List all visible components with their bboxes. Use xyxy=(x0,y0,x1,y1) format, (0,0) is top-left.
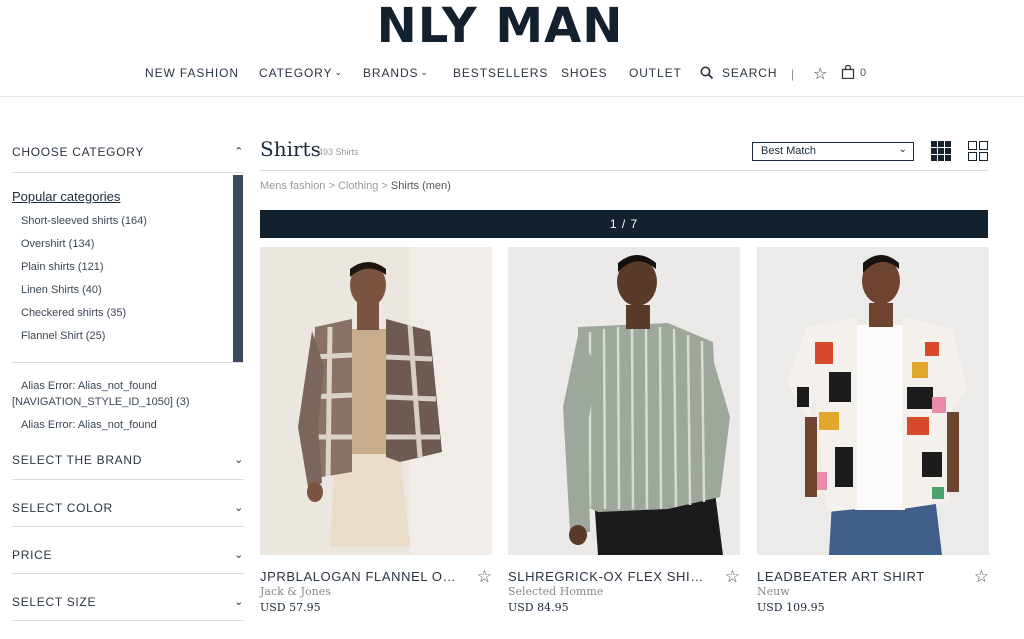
sidebar-divider xyxy=(12,573,244,574)
filter-price-label: PRICE xyxy=(12,548,53,562)
search-icon[interactable] xyxy=(700,66,714,80)
filter-color[interactable]: SELECT COLOR ⌄ xyxy=(12,501,244,515)
filter-price[interactable]: PRICE ⌄ xyxy=(12,548,244,562)
breadcrumb-separator: > xyxy=(328,180,335,192)
product-name[interactable]: LEADBEATER ART SHIRT xyxy=(757,569,957,584)
product-price: USD 57.95 xyxy=(260,601,321,614)
product-card[interactable]: LEADBEATER ART SHIRT ☆ Neuw USD 109.95 xyxy=(757,247,989,614)
popular-categories-link[interactable]: Popular categories xyxy=(12,189,120,204)
product-card[interactable]: JPRBLALOGAN FLANNEL OVERSHIRT ☆ Jack & J… xyxy=(260,247,492,614)
product-card[interactable]: SLHREGRICK-OX FLEX SHIRT ☆ Selected Homm… xyxy=(508,247,740,614)
grid-3-column-icon[interactable] xyxy=(931,141,951,161)
sort-dropdown[interactable]: Best Match ⌄ xyxy=(752,142,914,161)
site-logo[interactable]: NLY MAN xyxy=(0,0,1000,52)
product-price: USD 84.95 xyxy=(508,601,569,614)
filter-size[interactable]: SELECT SIZE ⌄ xyxy=(12,595,244,609)
sidebar-divider xyxy=(12,172,244,173)
nav-new-fashion[interactable]: NEW FASHION xyxy=(145,66,239,80)
header-divider xyxy=(0,96,1024,97)
filter-color-label: SELECT COLOR xyxy=(12,501,113,515)
breadcrumb-current: Shirts (men) xyxy=(390,180,451,192)
category-item[interactable]: Plain shirts (121) xyxy=(21,261,104,273)
chevron-down-icon: ⌄ xyxy=(898,144,907,155)
shopping-bag-icon[interactable] xyxy=(841,65,855,79)
breadcrumb-separator: > xyxy=(381,180,388,192)
chevron-down-icon: ⌄ xyxy=(234,502,244,514)
page-title: Shirts xyxy=(260,137,321,161)
product-brand: Jack & Jones xyxy=(260,585,331,598)
category-item[interactable]: Checkered shirts (35) xyxy=(21,307,126,319)
product-name[interactable]: JPRBLALOGAN FLANNEL OVERSHIRT xyxy=(260,569,460,584)
product-name[interactable]: SLHREGRICK-OX FLEX SHIRT xyxy=(508,569,708,584)
nav-shoes[interactable]: SHOES xyxy=(561,66,608,80)
product-image[interactable] xyxy=(260,247,492,555)
sidebar-divider xyxy=(12,362,244,363)
product-brand: Selected Homme xyxy=(508,585,604,598)
alias-error-text[interactable]: [NAVIGATION_STYLE_ID_1050] (3) xyxy=(12,396,190,408)
sidebar-divider xyxy=(12,620,244,621)
chevron-up-icon: ⌃ xyxy=(234,146,244,158)
filter-size-label: SELECT SIZE xyxy=(12,595,97,609)
filter-brand[interactable]: SELECT THE BRAND ⌄ xyxy=(12,453,244,467)
category-item[interactable]: Flannel Shirt (25) xyxy=(21,330,105,342)
favorite-star-icon[interactable]: ☆ xyxy=(725,567,740,587)
sort-selected-value: Best Match xyxy=(761,145,817,157)
breadcrumb-item[interactable]: Mens fashion xyxy=(260,180,325,192)
chevron-down-icon: ⌄ xyxy=(420,67,429,77)
sidebar-divider xyxy=(12,526,244,527)
favorite-star-icon[interactable]: ☆ xyxy=(477,567,492,587)
page-indicator: 1 / 7 xyxy=(260,210,988,238)
product-image[interactable] xyxy=(508,247,740,555)
chevron-down-icon: ⌄ xyxy=(234,596,244,608)
nav-search[interactable]: SEARCH xyxy=(722,66,777,80)
alias-error-text[interactable]: Alias Error: Alias_not_found xyxy=(21,419,157,431)
favorite-star-icon[interactable]: ☆ xyxy=(974,567,989,587)
nav-brands[interactable]: BRANDS ⌄ xyxy=(363,66,429,80)
title-divider xyxy=(260,170,988,171)
choose-category-toggle[interactable]: CHOOSE CATEGORY ⌃ xyxy=(12,145,244,159)
nav-category-label: CATEGORY xyxy=(259,66,333,80)
product-image[interactable] xyxy=(757,247,989,555)
wishlist-star-icon[interactable]: ☆ xyxy=(813,64,827,84)
chevron-down-icon: ⌄ xyxy=(234,454,244,466)
nav-separator: | xyxy=(791,67,795,81)
sidebar-divider xyxy=(12,479,244,480)
nav-outlet[interactable]: OUTLET xyxy=(629,66,682,80)
nav-category[interactable]: CATEGORY ⌄ xyxy=(259,66,343,80)
choose-category-label: CHOOSE CATEGORY xyxy=(12,145,145,159)
bag-count: 0 xyxy=(860,67,867,79)
nav-bestsellers[interactable]: BESTSELLERS xyxy=(453,66,548,80)
product-brand: Neuw xyxy=(757,585,790,598)
category-item[interactable]: Short-sleeved shirts (164) xyxy=(21,215,147,227)
grid-2-column-icon[interactable] xyxy=(968,141,988,161)
category-item[interactable]: Overshirt (134) xyxy=(21,238,94,250)
chevron-down-icon: ⌄ xyxy=(334,67,343,77)
alias-error-text[interactable]: Alias Error: Alias_not_found xyxy=(21,380,157,392)
category-item[interactable]: Linen Shirts (40) xyxy=(21,284,102,296)
category-scrollbar[interactable] xyxy=(233,175,243,363)
result-count: 493 Shirts xyxy=(318,147,359,157)
breadcrumb: Mens fashion > Clothing > Shirts (men) xyxy=(260,180,451,192)
product-price: USD 109.95 xyxy=(757,601,825,614)
filter-brand-label: SELECT THE BRAND xyxy=(12,453,143,467)
chevron-down-icon: ⌄ xyxy=(234,549,244,561)
breadcrumb-item[interactable]: Clothing xyxy=(338,180,378,192)
nav-brands-label: BRANDS xyxy=(363,66,419,80)
